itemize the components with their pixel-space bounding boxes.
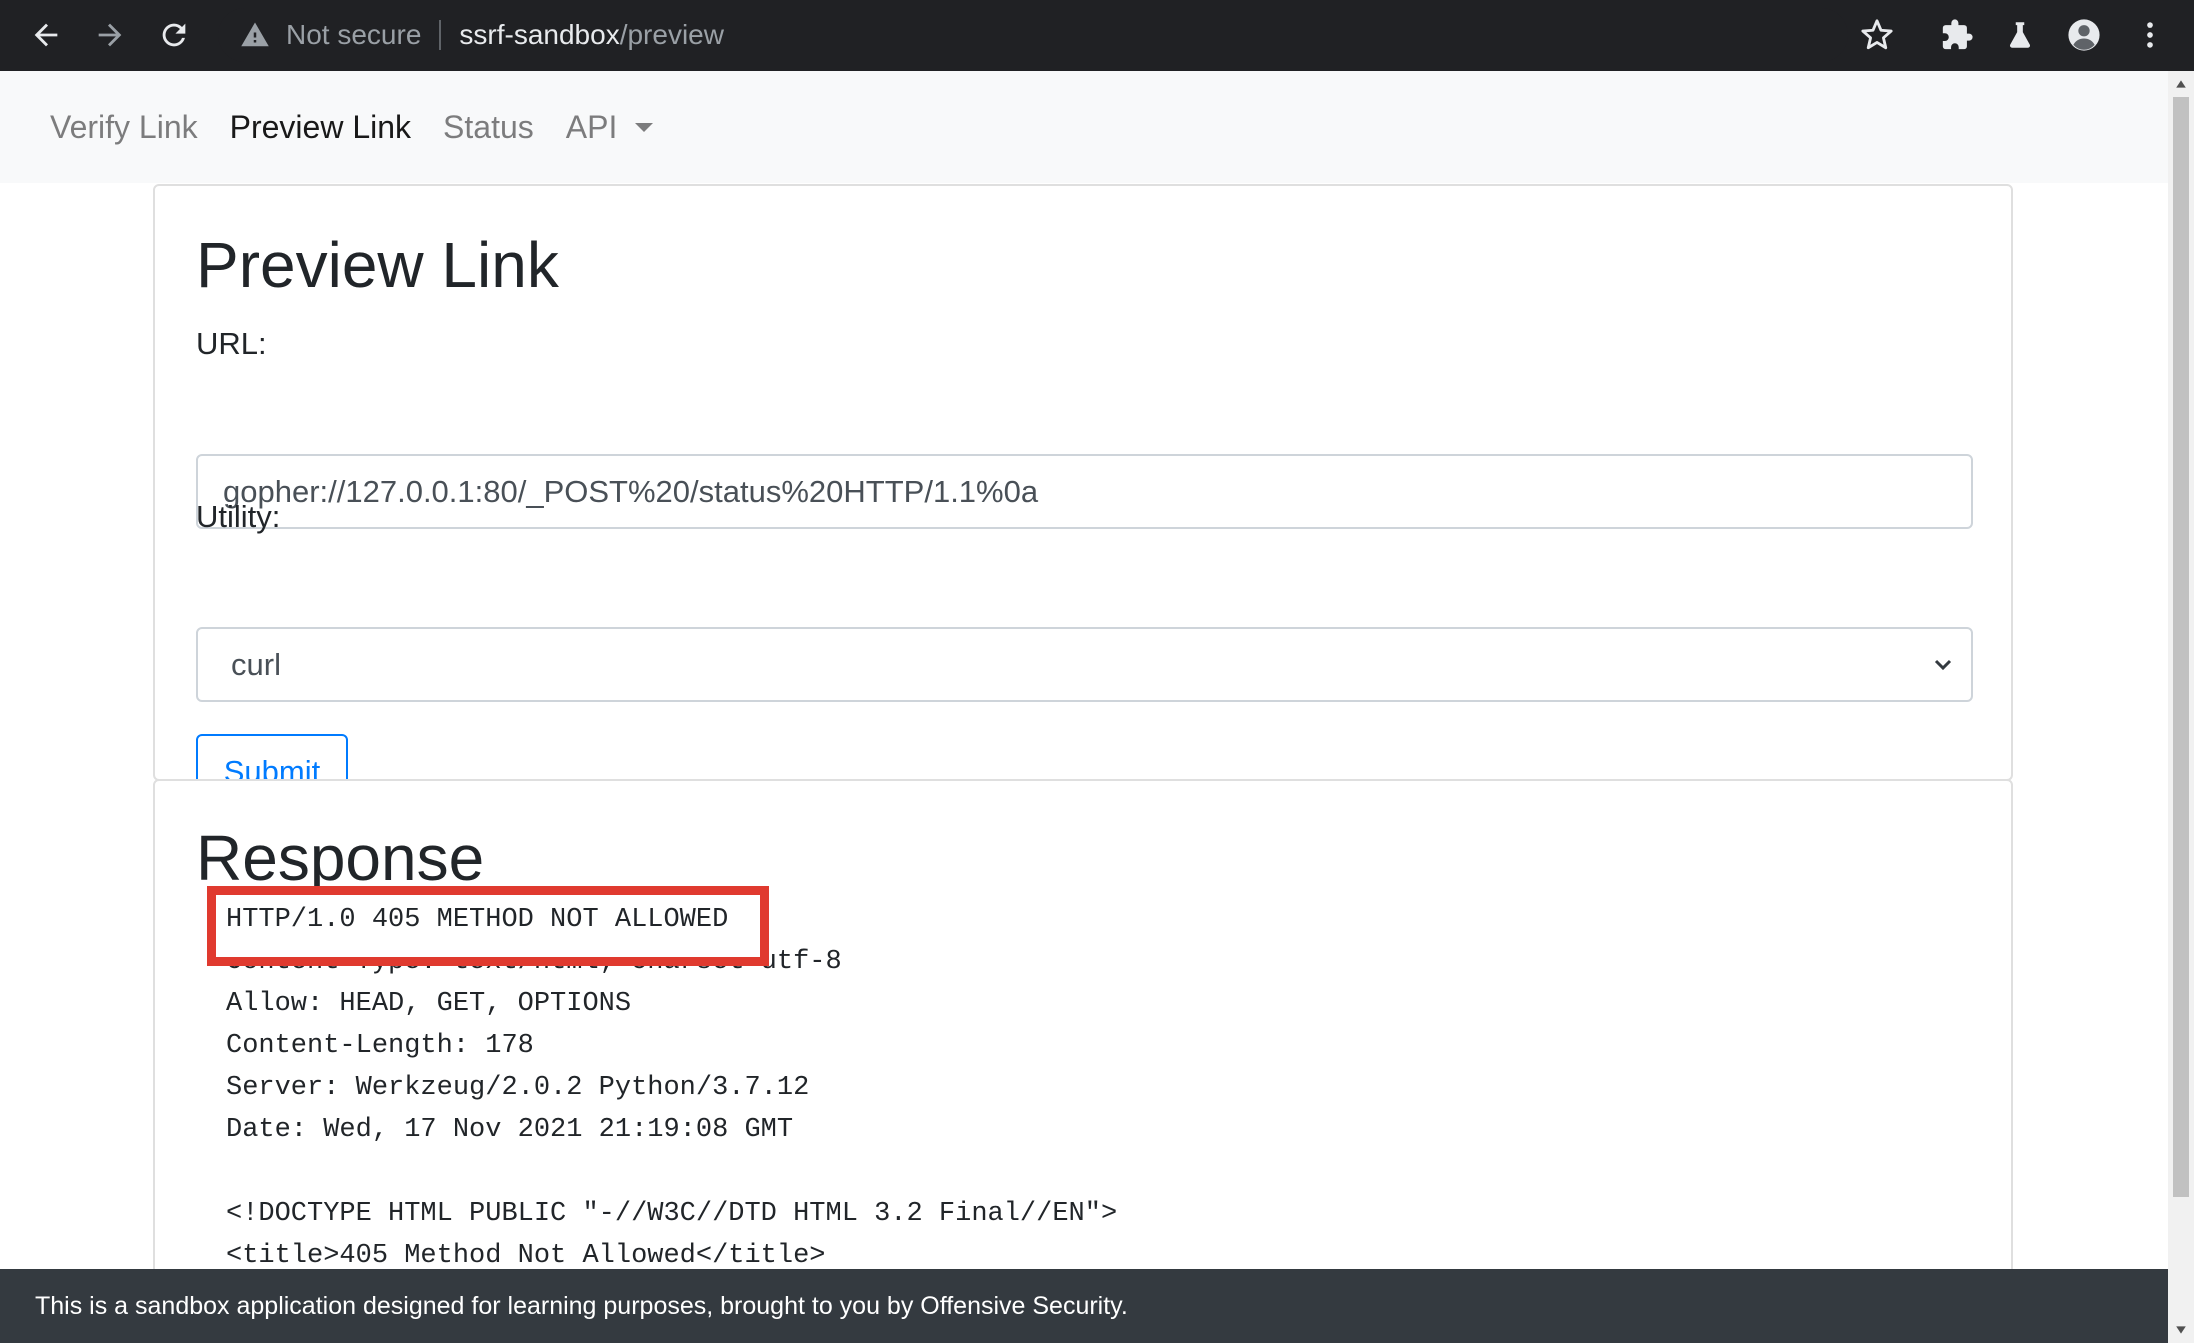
page-title: Preview Link — [196, 229, 559, 301]
preview-form-card: Preview Link URL: gopher://127.0.0.1:80/… — [153, 184, 2013, 810]
arrow-left-icon[interactable] — [22, 11, 70, 59]
response-title: Response — [196, 822, 485, 894]
url-host: ssrf-sandbox — [459, 19, 620, 50]
response-body: Content-Type: text/html; charset=utf-8 A… — [226, 947, 1118, 1271]
avatar-icon[interactable] — [2060, 11, 2108, 59]
nav-status[interactable]: Status — [443, 109, 534, 146]
kebab-menu-icon[interactable] — [2126, 11, 2174, 59]
warning-triangle-icon[interactable] — [238, 18, 272, 52]
caret-down-icon — [635, 122, 654, 132]
nav-api-label: API — [565, 108, 618, 145]
footer-text: This is a sandbox application designed f… — [35, 1291, 1128, 1320]
browser-toolbar: Not secure ssrf-sandbox/preview — [0, 0, 2194, 71]
omnibox-divider — [439, 20, 442, 50]
utility-selected-value: curl — [231, 646, 281, 682]
nav-preview-link[interactable]: Preview Link — [230, 109, 411, 146]
chevron-down-icon — [1934, 659, 1952, 671]
reload-icon[interactable] — [150, 11, 198, 59]
response-status-line: HTTP/1.0 405 METHOD NOT ALLOWED — [226, 905, 729, 935]
puzzle-icon[interactable] — [1933, 11, 1981, 59]
address-bar[interactable]: Not secure ssrf-sandbox/preview — [218, 8, 1848, 62]
nav-verify-link[interactable]: Verify Link — [50, 109, 198, 146]
scroll-up-icon[interactable] — [2174, 77, 2188, 91]
footer-banner: This is a sandbox application designed f… — [0, 1269, 2168, 1343]
utility-label: Utility: — [196, 499, 281, 534]
utility-select[interactable]: curl — [196, 627, 1973, 702]
url-path: /preview — [619, 19, 724, 50]
nav-api-dropdown[interactable]: API — [566, 109, 654, 146]
page-viewport: Verify Link Preview Link Status API Prev… — [0, 71, 2168, 1343]
flask-icon[interactable] — [1996, 11, 2044, 59]
response-card: Response Content-Type: text/html; charse… — [153, 779, 2013, 1343]
arrow-right-icon[interactable] — [86, 11, 134, 59]
security-label: Not secure — [286, 19, 422, 50]
vertical-scrollbar[interactable] — [2168, 71, 2194, 1343]
scroll-down-icon[interactable] — [2174, 1323, 2188, 1337]
star-icon[interactable] — [1853, 11, 1901, 59]
site-navbar: Verify Link Preview Link Status API — [0, 71, 2168, 183]
scrollbar-thumb[interactable] — [2173, 97, 2189, 1197]
url-input[interactable]: gopher://127.0.0.1:80/_POST%20/status%20… — [196, 454, 1973, 529]
url-label: URL: — [196, 326, 267, 361]
